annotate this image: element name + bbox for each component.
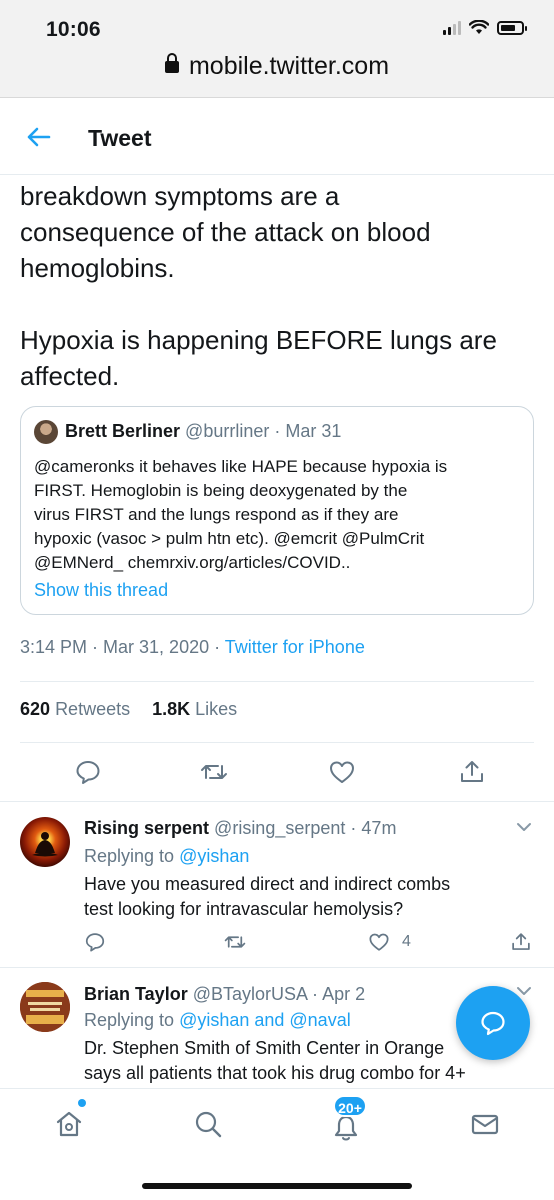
like-icon[interactable] bbox=[368, 930, 390, 954]
reply-time: 47m bbox=[361, 818, 397, 838]
retweet-icon[interactable] bbox=[200, 758, 228, 786]
share-icon[interactable] bbox=[458, 758, 486, 786]
book-cover-image bbox=[20, 982, 70, 1032]
lock-icon bbox=[164, 53, 179, 73]
page-title: Tweet bbox=[88, 125, 152, 151]
compose-icon bbox=[481, 1011, 505, 1036]
notifications-badge: 20+ bbox=[333, 1095, 367, 1117]
replying-to: Replying to @yishan bbox=[84, 846, 249, 867]
tweet-stats: 620 Retweets 1.8K Likes bbox=[20, 699, 237, 720]
back-arrow-icon[interactable] bbox=[24, 123, 52, 151]
replying-to-prefix: Replying to bbox=[84, 846, 180, 866]
replying-to-handle[interactable]: @yishan and @naval bbox=[179, 1010, 351, 1030]
likes-stat[interactable]: 1.8K Likes bbox=[152, 699, 237, 719]
unread-dot bbox=[78, 1099, 86, 1107]
battery-icon bbox=[497, 20, 527, 35]
replying-to: Replying to @yishan and @naval bbox=[84, 1010, 351, 1031]
reply-like-count: 4 bbox=[402, 933, 411, 950]
reply-author-name[interactable]: Brian Taylor bbox=[84, 984, 188, 1004]
reply-author-handle[interactable]: @BTaylorUSA bbox=[193, 984, 307, 1004]
quoted-tweet-date: Mar 31 bbox=[285, 421, 342, 441]
divider bbox=[20, 681, 534, 682]
signal-icon bbox=[443, 20, 461, 35]
likes-label: Likes bbox=[195, 699, 238, 719]
retweets-count: 620 bbox=[20, 699, 51, 719]
browser-chrome: 10:06 mobile.twitter.com bbox=[0, 0, 554, 98]
home-indicator[interactable] bbox=[142, 1183, 412, 1189]
avatar[interactable] bbox=[20, 982, 70, 1032]
tweet-text: breakdown symptoms are a consequence of … bbox=[20, 181, 497, 391]
avatar[interactable] bbox=[34, 420, 58, 444]
status-icons bbox=[443, 20, 527, 35]
retweets-stat[interactable]: 620 Retweets bbox=[20, 699, 130, 719]
tweet-timestamp: 3:14 PM · Mar 31, 2020 · Twitter for iPh… bbox=[20, 637, 365, 658]
separator-dot: · bbox=[274, 421, 281, 441]
reply-header: Brian Taylor @BTaylorUSA · Apr 2 bbox=[84, 984, 365, 1005]
home-icon[interactable] bbox=[54, 1109, 84, 1139]
tweet-action-bar bbox=[0, 758, 554, 788]
compose-button[interactable] bbox=[456, 986, 530, 1060]
page-header: Tweet bbox=[0, 99, 554, 175]
meditating-figure-icon bbox=[32, 832, 58, 857]
separator-dot: · bbox=[312, 984, 319, 1004]
show-thread-link[interactable]: Show this thread bbox=[34, 580, 168, 601]
search-icon[interactable] bbox=[193, 1109, 223, 1139]
wifi-icon bbox=[469, 20, 489, 34]
quoted-tweet-card[interactable]: Brett Berliner @burrliner · Mar 31 @came… bbox=[20, 406, 534, 615]
reply-icon[interactable] bbox=[74, 758, 102, 786]
divider bbox=[20, 742, 534, 743]
like-icon[interactable] bbox=[328, 758, 356, 786]
quoted-author-handle[interactable]: @burrliner bbox=[185, 421, 269, 441]
reply-icon[interactable] bbox=[84, 930, 106, 954]
chevron-down-icon[interactable] bbox=[516, 822, 532, 832]
reply-author-handle[interactable]: @rising_serpent bbox=[214, 818, 345, 838]
reply-header: Rising serpent @rising_serpent · 47m bbox=[84, 818, 396, 839]
avatar[interactable] bbox=[20, 817, 70, 867]
timestamp-text: 3:14 PM · Mar 31, 2020 · bbox=[20, 637, 225, 657]
replying-to-handle[interactable]: @yishan bbox=[179, 846, 249, 866]
share-icon[interactable] bbox=[510, 930, 532, 954]
likes-count: 1.8K bbox=[152, 699, 191, 719]
url-text: mobile.twitter.com bbox=[188, 52, 390, 80]
quoted-tweet-text: @cameronks it behaves like HAPE because … bbox=[34, 457, 448, 572]
retweet-icon[interactable] bbox=[224, 930, 246, 954]
reply-text: Have you measured direct and indirect co… bbox=[84, 874, 451, 919]
reply-time: Apr 2 bbox=[322, 984, 366, 1004]
tweet-source-link[interactable]: Twitter for iPhone bbox=[225, 637, 365, 657]
status-time: 10:06 bbox=[46, 18, 101, 41]
replying-to-prefix: Replying to bbox=[84, 1010, 180, 1030]
divider bbox=[0, 801, 554, 802]
quoted-author-name[interactable]: Brett Berliner bbox=[65, 421, 180, 441]
quoted-tweet-header: Brett Berliner @burrliner · Mar 31 bbox=[65, 421, 341, 442]
retweets-label: Retweets bbox=[55, 699, 131, 719]
reply-author-name[interactable]: Rising serpent bbox=[84, 818, 209, 838]
divider bbox=[0, 967, 554, 968]
chevron-down-icon[interactable] bbox=[516, 986, 532, 996]
mail-icon[interactable] bbox=[470, 1109, 500, 1139]
reply-text: Dr. Stephen Smith of Smith Center in Ora… bbox=[84, 1038, 466, 1083]
separator-dot: · bbox=[350, 818, 357, 838]
address-bar[interactable]: mobile.twitter.com bbox=[0, 52, 554, 81]
